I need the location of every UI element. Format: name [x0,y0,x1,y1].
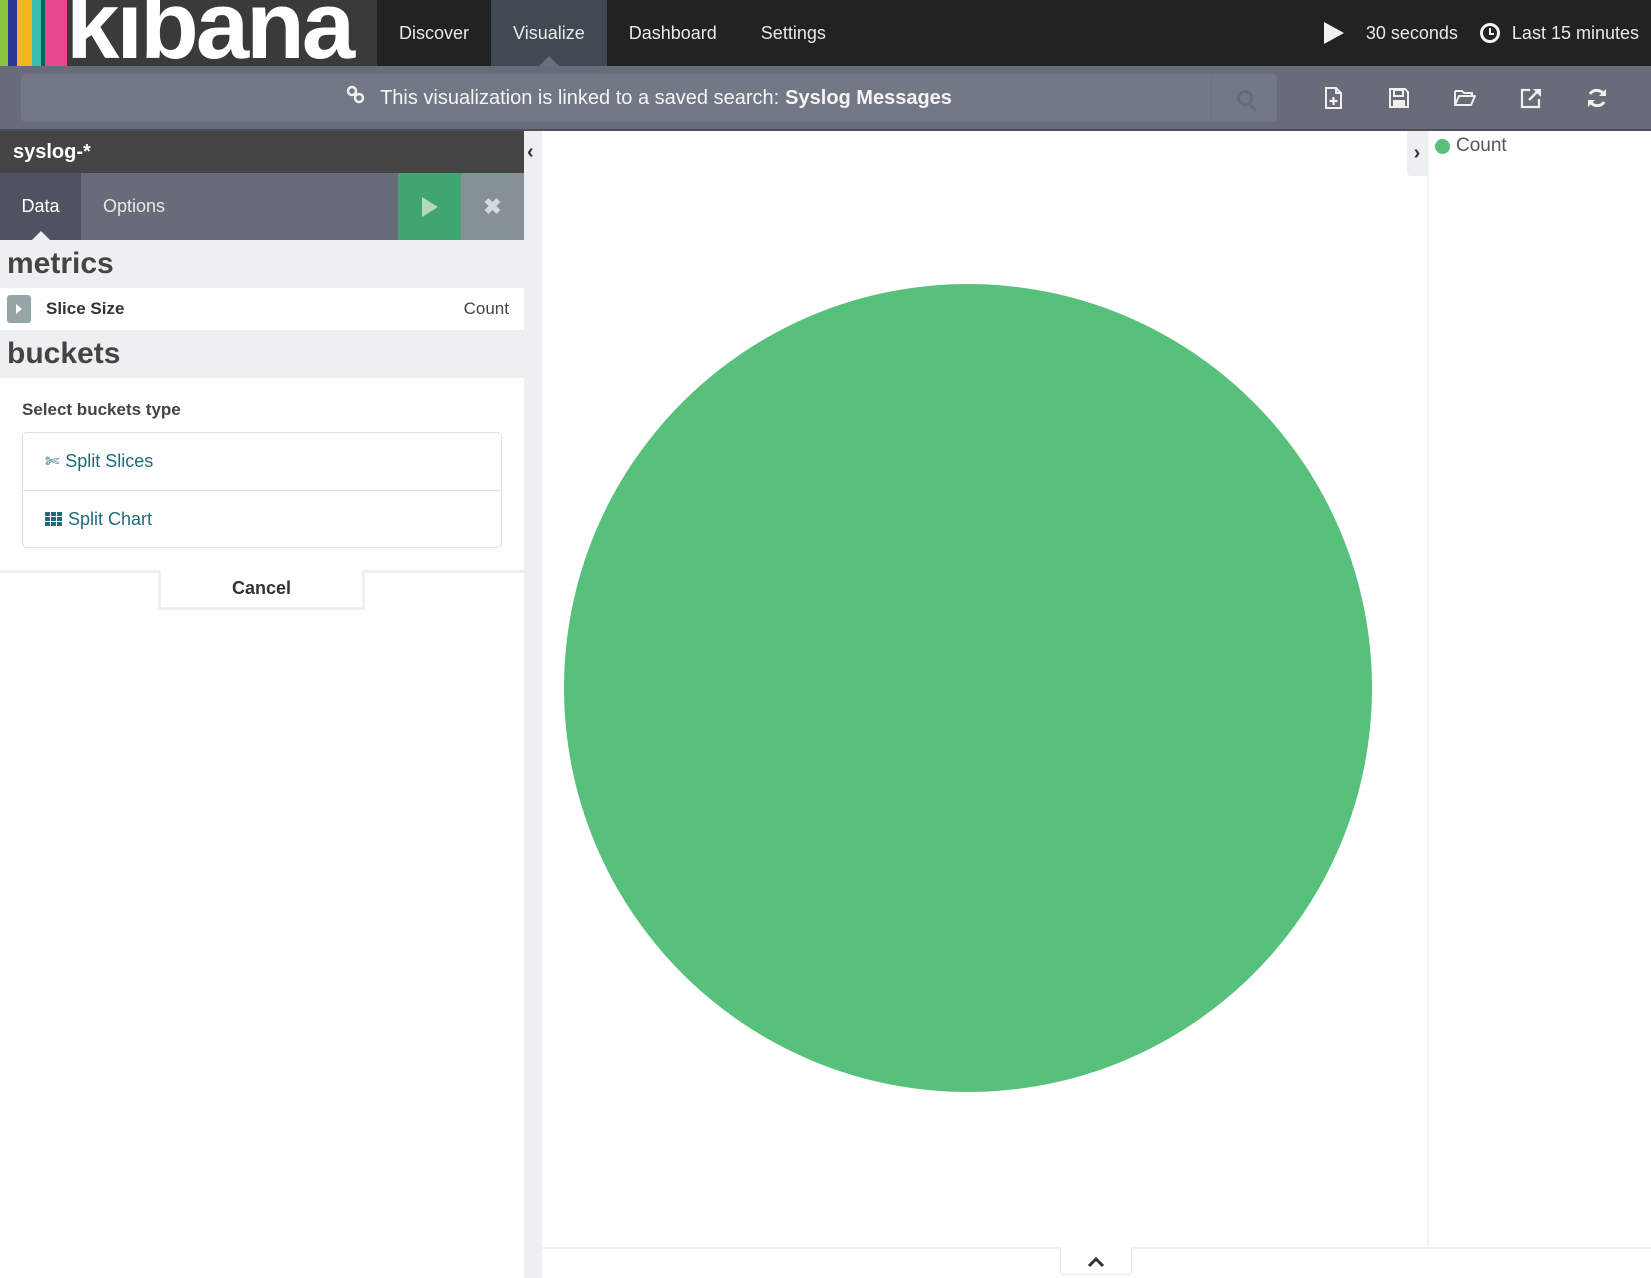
legend-item[interactable]: Count [1435,135,1651,157]
top-nav: kibana Discover Visualize Dashboard Sett… [0,0,1651,66]
new-visualization-icon [1325,86,1342,109]
buckets-title: buckets [0,330,524,378]
logo-stripe [17,0,32,66]
nav-visualize[interactable]: Visualize [491,0,607,66]
logo-wordmark: kibana [66,0,355,66]
split-chart-label: Split Chart [68,508,153,529]
scissors-icon: ✄ [45,451,60,471]
spy-toggle-button[interactable] [1060,1247,1132,1275]
vis-editor-sidebar: syslog-* Data Options ✖ metrics Slice Si… [0,131,524,1278]
main-nav: Discover Visualize Dashboard Settings [377,0,848,66]
chain-link-icon [346,85,366,111]
metric-row[interactable]: Slice Size Count [0,288,524,330]
refresh-button[interactable] [1564,86,1630,110]
metric-name: Slice Size [46,299,125,318]
spy-panel-bar [542,1247,1651,1278]
play-icon [421,196,438,217]
save-button[interactable] [1366,86,1432,110]
legend: Count [1427,131,1651,1248]
close-icon: ✖ [483,193,502,219]
tab-data[interactable]: Data [0,173,81,240]
legend-label: Count [1456,135,1507,156]
saved-search-name[interactable]: Syslog Messages [785,87,952,110]
open-button[interactable] [1432,86,1498,110]
bucket-type-panel: Select buckets type ✄ Split Slices Split… [0,378,524,570]
caret-right-icon [16,304,22,314]
cancel-button[interactable]: Cancel [158,570,365,610]
save-icon [1389,87,1409,108]
logo-stripe [32,0,41,66]
discard-changes-button[interactable]: ✖ [461,173,524,240]
logo-stripe [0,0,8,66]
time-range: Last 15 minutes [1511,22,1639,43]
nav-discover[interactable]: Discover [377,0,491,66]
refresh-icon [1588,88,1606,107]
nav-dashboard[interactable]: Dashboard [607,0,739,66]
share-icon [1520,88,1541,108]
clock-icon [1479,23,1500,43]
pie-slice-count[interactable] [564,284,1372,1092]
nav-right: 30 seconds Last 15 minutes [1323,0,1639,66]
open-icon [1454,89,1476,106]
time-picker-button[interactable]: Last 15 minutes [1458,23,1639,44]
logo-stripe [8,0,17,66]
split-chart-option[interactable]: Split Chart [23,490,501,547]
linked-search-bar: This visualization is linked to a saved … [21,74,1277,122]
kibana-logo[interactable]: kibana [0,0,377,66]
linked-search-text: This visualization is linked to a saved … [380,86,780,109]
nav-settings[interactable]: Settings [739,0,848,66]
search-row: This visualization is linked to a saved … [0,66,1651,131]
sidebar-tabs: Data Options ✖ [0,173,524,240]
grid-icon [45,512,62,526]
new-visualization-button[interactable] [1300,86,1366,110]
apply-changes-button[interactable] [398,173,461,240]
chevron-up-icon [1087,1256,1105,1268]
chevron-left-icon[interactable]: ‹ [527,141,534,164]
pie-chart [564,284,1372,1092]
split-slices-label: Split Slices [65,451,154,471]
search-button[interactable] [1211,74,1277,122]
magnifier-icon [1236,90,1253,106]
legend-toggle-button[interactable]: › [1407,131,1427,176]
visualize-toolbar [1300,66,1630,129]
split-slices-option[interactable]: ✄ Split Slices [23,433,501,490]
logo-stripe [45,0,67,66]
index-pattern-title: syslog-* [0,131,524,173]
auto-refresh-button[interactable]: 30 seconds [1323,22,1458,44]
sidebar-collapse-strip[interactable]: ‹ [524,131,542,1278]
tab-options[interactable]: Options [81,173,187,240]
share-button[interactable] [1498,86,1564,110]
expand-metric-toggle[interactable] [7,295,31,323]
bucket-type-list: ✄ Split Slices Split Chart [22,432,502,548]
bucket-type-label: Select buckets type [22,400,181,419]
cancel-row: Cancel [0,570,524,610]
metric-aggregation: Count [463,299,509,318]
chevron-right-icon: › [1413,142,1421,164]
play-icon [1323,22,1344,44]
metrics-title: metrics [0,240,524,288]
refresh-interval: 30 seconds [1365,22,1458,43]
legend-color-dot [1435,138,1450,154]
